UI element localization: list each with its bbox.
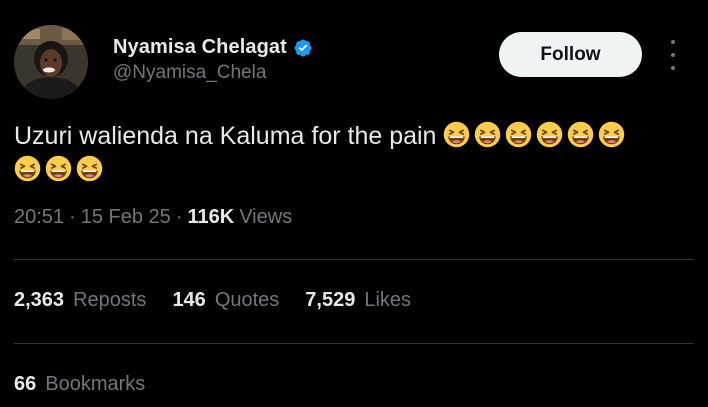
bookmarks-count: 66 [14, 373, 37, 395]
quotes-count: 146 [172, 289, 206, 311]
tweet-time[interactable]: 20:51 [14, 206, 64, 229]
divider [14, 259, 694, 260]
grinning-squinting-face-icon [443, 121, 470, 148]
grinning-squinting-face-icon [45, 155, 72, 182]
likes-label: Likes [364, 289, 412, 311]
likes-stat[interactable]: 7,529 Likes [305, 289, 411, 312]
grinning-squinting-face-icon [505, 121, 532, 148]
views-label[interactable]: Views [239, 206, 292, 229]
author-display-name[interactable]: Nyamisa Chelagat [113, 36, 287, 59]
bookmarks-stat[interactable]: 66 Bookmarks [14, 373, 145, 396]
views-count: 116K [187, 206, 235, 228]
reposts-stat[interactable]: 2,363 Reposts [14, 289, 146, 312]
bookmarks-label: Bookmarks [45, 373, 146, 395]
grinning-squinting-face-icon [14, 155, 41, 182]
grinning-squinting-face-icon [598, 121, 625, 148]
avatar[interactable] [14, 25, 88, 99]
grinning-squinting-face-icon [567, 121, 594, 148]
divider [14, 343, 694, 344]
follow-button[interactable]: Follow [499, 32, 642, 77]
tweet-date[interactable]: 15 Feb 25 [81, 206, 171, 229]
tweet-text: Uzuri walienda na Kaluma for the pain [14, 119, 694, 187]
more-dot [671, 66, 675, 70]
likes-count: 7,529 [305, 289, 356, 311]
grinning-squinting-face-icon [76, 155, 103, 182]
grinning-squinting-face-icon [536, 121, 563, 148]
reposts-count: 2,363 [14, 289, 65, 311]
author-name-row: Nyamisa Chelagat [113, 36, 313, 59]
avatar-image [14, 25, 88, 99]
quotes-label: Quotes [214, 289, 280, 311]
author-handle[interactable]: @Nyamisa_Chela [113, 62, 266, 84]
tweet-body: Uzuri walienda na Kaluma for the pain [14, 122, 437, 150]
quotes-stat[interactable]: 146 Quotes [172, 289, 279, 312]
more-dot [671, 53, 675, 57]
meta-separator: · [69, 206, 76, 228]
meta-separator: · [175, 206, 183, 228]
emoji-group [443, 121, 629, 150]
engagement-stats: 2,363 Reposts 146 Quotes 7,529 Likes [14, 289, 411, 312]
grinning-squinting-face-icon [474, 121, 501, 148]
more-dot [671, 40, 675, 44]
reposts-label: Reposts [73, 289, 147, 311]
tweet-meta: 20:51 · 15 Feb 25 · 116K Views [14, 206, 292, 229]
more-vertical-icon[interactable] [664, 40, 682, 70]
emoji-group [14, 153, 694, 187]
verified-badge-icon[interactable] [293, 38, 313, 58]
